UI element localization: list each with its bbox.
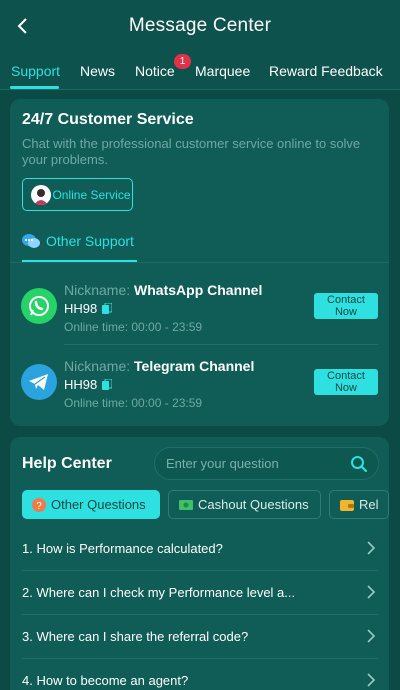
question-icon: ?	[32, 497, 46, 512]
channel-name: WhatsApp Channel	[134, 282, 263, 298]
channel-id: HH98	[64, 301, 98, 316]
search-box	[154, 447, 379, 480]
time-label: Online time:	[64, 320, 129, 334]
tab-support[interactable]: Support	[11, 63, 60, 79]
tab-reward-feedback[interactable]: Reward Feedback	[269, 63, 383, 79]
page-title: Message Center	[128, 15, 272, 36]
customer-service-title: 24/7 Customer Service	[22, 111, 194, 128]
help-center-title: Help Center	[22, 455, 112, 472]
faq-item-1[interactable]: 1. How is Performance calculated?	[22, 526, 378, 570]
agent-avatar	[31, 184, 51, 205]
category-cashout-questions[interactable]: Cashout Questions	[168, 490, 321, 519]
channel-id: HH98	[64, 377, 98, 392]
channel-nickname: Nickname: WhatsApp Channel	[64, 282, 262, 298]
tab-marquee[interactable]: Marquee	[195, 63, 250, 79]
channel-item-whatsapp: Nickname: WhatsApp Channel HH98 Online t…	[10, 271, 389, 343]
search-icon[interactable]	[350, 455, 368, 473]
faq-item-3[interactable]: 3. Where can I share the referral code?	[22, 614, 378, 658]
channel-item-telegram: Nickname: Telegram Channel HH98 Online t…	[10, 347, 389, 419]
copy-icon[interactable]	[102, 302, 113, 315]
channel-nickname: Nickname: Telegram Channel	[64, 358, 254, 374]
channel-name: Telegram Channel	[134, 358, 255, 374]
online-service-label: Online Service	[52, 187, 131, 202]
other-support-label: Other Support	[46, 233, 134, 249]
search-input[interactable]	[166, 456, 346, 471]
tab-news[interactable]: News	[80, 63, 115, 79]
channel-online-time: Online time: 00:00 - 23:59	[64, 320, 202, 334]
category-label: Other Questions	[51, 497, 146, 512]
time-value: 00:00 - 23:59	[131, 320, 203, 334]
contact-now-button[interactable]: Contact Now	[314, 369, 378, 395]
category-other-questions[interactable]: ? Other Questions	[22, 490, 160, 519]
whatsapp-icon	[21, 288, 57, 324]
chevron-right-icon	[367, 585, 376, 599]
header: Message Center	[0, 0, 400, 52]
faq-question: 3. Where can I share the referral code?	[22, 628, 249, 644]
time-label: Online time:	[64, 396, 129, 410]
nickname-label: Nickname:	[64, 282, 131, 298]
channel-divider	[64, 344, 378, 345]
svg-text:?: ?	[36, 501, 42, 512]
notice-badge: 1	[174, 54, 191, 69]
faq-item-4[interactable]: 4. How to become an agent?	[22, 658, 378, 690]
chevron-right-icon	[367, 541, 376, 555]
chevron-right-icon	[367, 629, 376, 643]
channel-id-row: HH98	[64, 377, 113, 392]
cash-icon	[179, 499, 193, 510]
channel-online-time: Online time: 00:00 - 23:59	[64, 396, 202, 410]
category-rel[interactable]: Rel	[329, 490, 389, 519]
customer-service-card: 24/7 Customer Service Chat with the prof…	[10, 99, 389, 426]
time-value: 00:00 - 23:59	[131, 396, 203, 410]
chat-bubbles-icon	[22, 234, 40, 248]
other-support-header: Other Support	[22, 233, 134, 249]
channel-id-row: HH98	[64, 301, 113, 316]
chevron-right-icon	[367, 673, 376, 687]
contact-now-button[interactable]: Contact Now	[314, 293, 378, 319]
online-service-button[interactable]: Online Service	[22, 178, 133, 211]
tab-bar: Support News Notice 1 Marquee Reward Fee…	[0, 52, 400, 90]
category-label: Cashout Questions	[198, 497, 309, 512]
copy-icon[interactable]	[102, 378, 113, 391]
tab-notice[interactable]: Notice	[135, 63, 175, 79]
nickname-label: Nickname:	[64, 358, 131, 374]
faq-question: 1. How is Performance calculated?	[22, 540, 223, 556]
active-tab-indicator	[10, 86, 59, 89]
back-button[interactable]	[8, 12, 36, 40]
chevron-left-icon	[17, 18, 27, 34]
faq-question: 4. How to become an agent?	[22, 672, 189, 688]
faq-item-2[interactable]: 2. Where can I check my Performance leve…	[22, 570, 378, 614]
category-label: Rel	[359, 497, 379, 512]
divider	[10, 262, 389, 263]
wallet-icon	[340, 499, 354, 511]
telegram-icon	[21, 364, 57, 400]
help-center-card: Help Center ? Other Questions Cashout Qu…	[10, 437, 389, 690]
faq-question: 2. Where can I check my Performance leve…	[22, 584, 296, 600]
customer-service-description: Chat with the professional customer serv…	[22, 136, 361, 167]
